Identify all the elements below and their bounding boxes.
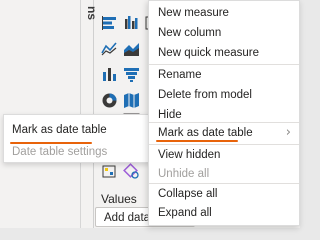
context-menu: New measure New column New quick measure… (148, 0, 300, 226)
menu-item-expand-all[interactable]: Expand all (149, 203, 299, 223)
stacked-bar-icon[interactable] (101, 14, 118, 31)
pane-title-fragment: ns (85, 6, 99, 21)
chevron-right-icon: › (285, 125, 291, 140)
funnel-icon[interactable] (123, 66, 140, 83)
menu-item-label: Mark as date table (158, 127, 253, 139)
date-table-submenu: Mark as date table Date table settings (3, 114, 150, 163)
date-table-settings-subitem[interactable]: Date table settings (12, 146, 107, 158)
menu-item-new-column[interactable]: New column (149, 23, 299, 43)
pie-chart-icon[interactable] (101, 92, 118, 109)
column-chart-icon[interactable] (101, 66, 118, 83)
menu-item-unhide-all[interactable]: Unhide all (149, 164, 299, 184)
decomposition-tree-icon[interactable] (123, 163, 140, 180)
menu-item-new-quick-measure[interactable]: New quick measure (149, 43, 299, 63)
highlight-underline (10, 142, 92, 144)
line-chart-icon[interactable] (101, 40, 118, 57)
highlight-underline (156, 140, 238, 142)
menu-item-collapse-all[interactable]: Collapse all (149, 184, 299, 204)
mark-as-date-table-subitem[interactable]: Mark as date table (12, 124, 107, 136)
menu-item-new-measure[interactable]: New measure (149, 3, 299, 23)
menu-item-rename[interactable]: Rename (149, 65, 299, 85)
values-label: Values (101, 192, 137, 206)
map-icon[interactable] (123, 92, 140, 109)
area-chart-icon[interactable] (123, 40, 140, 57)
key-influencers-icon[interactable] (101, 163, 118, 180)
menu-item-view-hidden[interactable]: View hidden (149, 145, 299, 165)
clustered-column-icon[interactable] (123, 14, 140, 31)
menu-item-delete-from-model[interactable]: Delete from model (149, 85, 299, 105)
